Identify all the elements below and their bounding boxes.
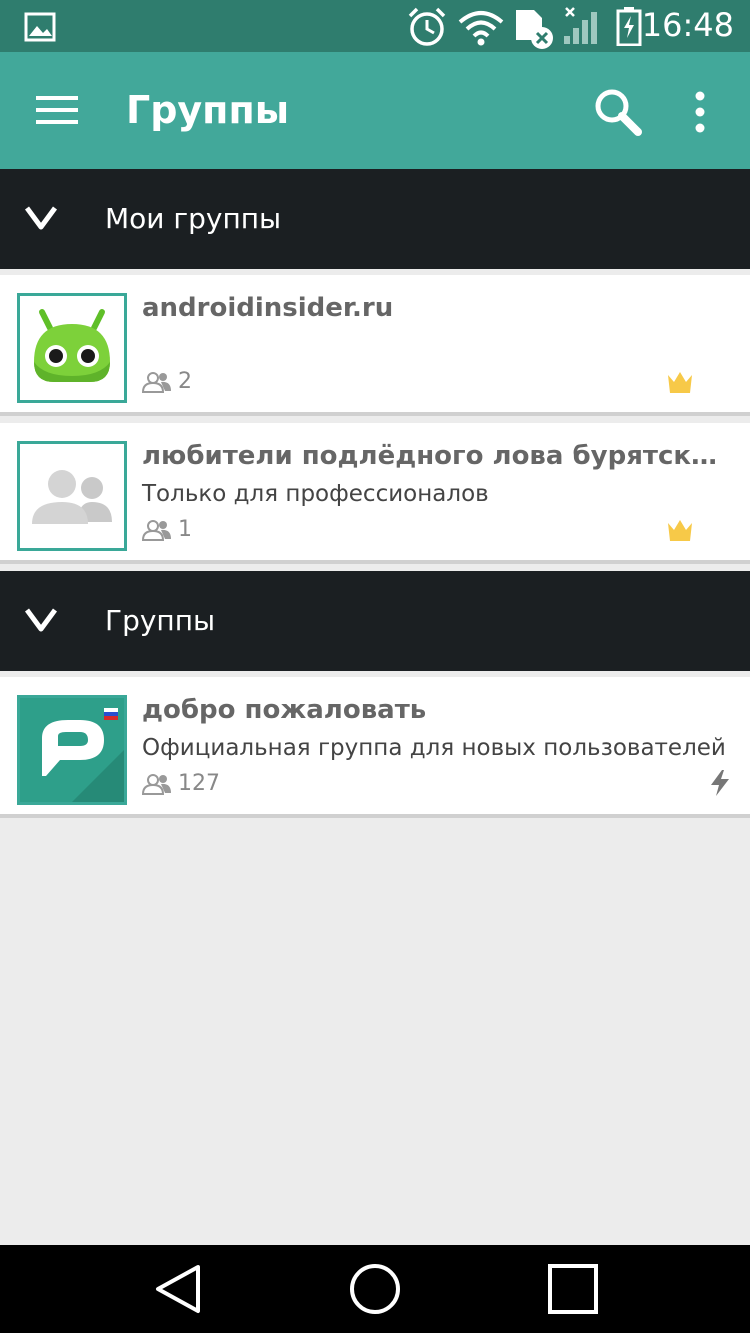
app-bar: Группы [0, 52, 750, 169]
home-icon[interactable] [347, 1261, 403, 1317]
lightning-icon [711, 770, 729, 796]
group-name: androidinsider.ru [142, 293, 394, 323]
status-time: 16:48 [641, 6, 734, 44]
section-label: Мои группы [105, 202, 282, 235]
chevron-down-icon [24, 206, 58, 230]
group-avatar [17, 441, 127, 551]
group-placeholder-icon [20, 444, 124, 548]
wifi-icon [458, 11, 504, 46]
member-count: 1 [141, 517, 192, 542]
sim-error-icon [516, 10, 553, 49]
more-options-icon[interactable] [690, 88, 710, 136]
group-name: добро пожаловать [142, 695, 427, 725]
crown-icon [668, 520, 692, 541]
menu-icon[interactable] [34, 90, 82, 130]
gallery-notification-icon [24, 12, 56, 42]
crown-icon [668, 372, 692, 393]
search-icon[interactable] [592, 86, 644, 138]
group-avatar [17, 293, 127, 403]
system-nav-bar [0, 1245, 750, 1333]
chevron-down-icon [24, 608, 58, 632]
section-my-groups[interactable]: Мои группы [0, 169, 750, 269]
alarm-icon [408, 7, 446, 46]
status-bar: 16:48 [0, 0, 750, 52]
group-item[interactable]: любители подлёдного лова бурятских тихоо… [0, 423, 750, 564]
battery-charging-icon [616, 7, 642, 46]
android-robot-icon [20, 296, 124, 400]
chat-logo-icon [20, 698, 124, 802]
group-description: Только для профессионалов [142, 481, 489, 507]
members-icon [141, 520, 171, 541]
members-icon [141, 774, 171, 795]
group-name: любители подлёдного лова бурятских тихоо… [142, 441, 732, 471]
member-count-value: 2 [178, 369, 192, 394]
member-count-value: 1 [178, 517, 192, 542]
member-count: 2 [141, 369, 192, 394]
recents-icon[interactable] [545, 1261, 601, 1317]
group-avatar [17, 695, 127, 805]
section-groups[interactable]: Группы [0, 571, 750, 671]
back-icon[interactable] [150, 1261, 206, 1317]
signal-icon [564, 7, 597, 44]
page-title: Группы [126, 88, 290, 132]
member-count: 127 [141, 771, 220, 796]
group-item[interactable]: androidinsider.ru 2 [0, 275, 750, 416]
section-label: Группы [105, 604, 216, 637]
members-icon [141, 372, 171, 393]
member-count-value: 127 [178, 771, 220, 796]
group-item[interactable]: добро пожаловать Официальная группа для … [0, 677, 750, 818]
group-description: Официальная группа для новых пользовател… [142, 735, 726, 761]
